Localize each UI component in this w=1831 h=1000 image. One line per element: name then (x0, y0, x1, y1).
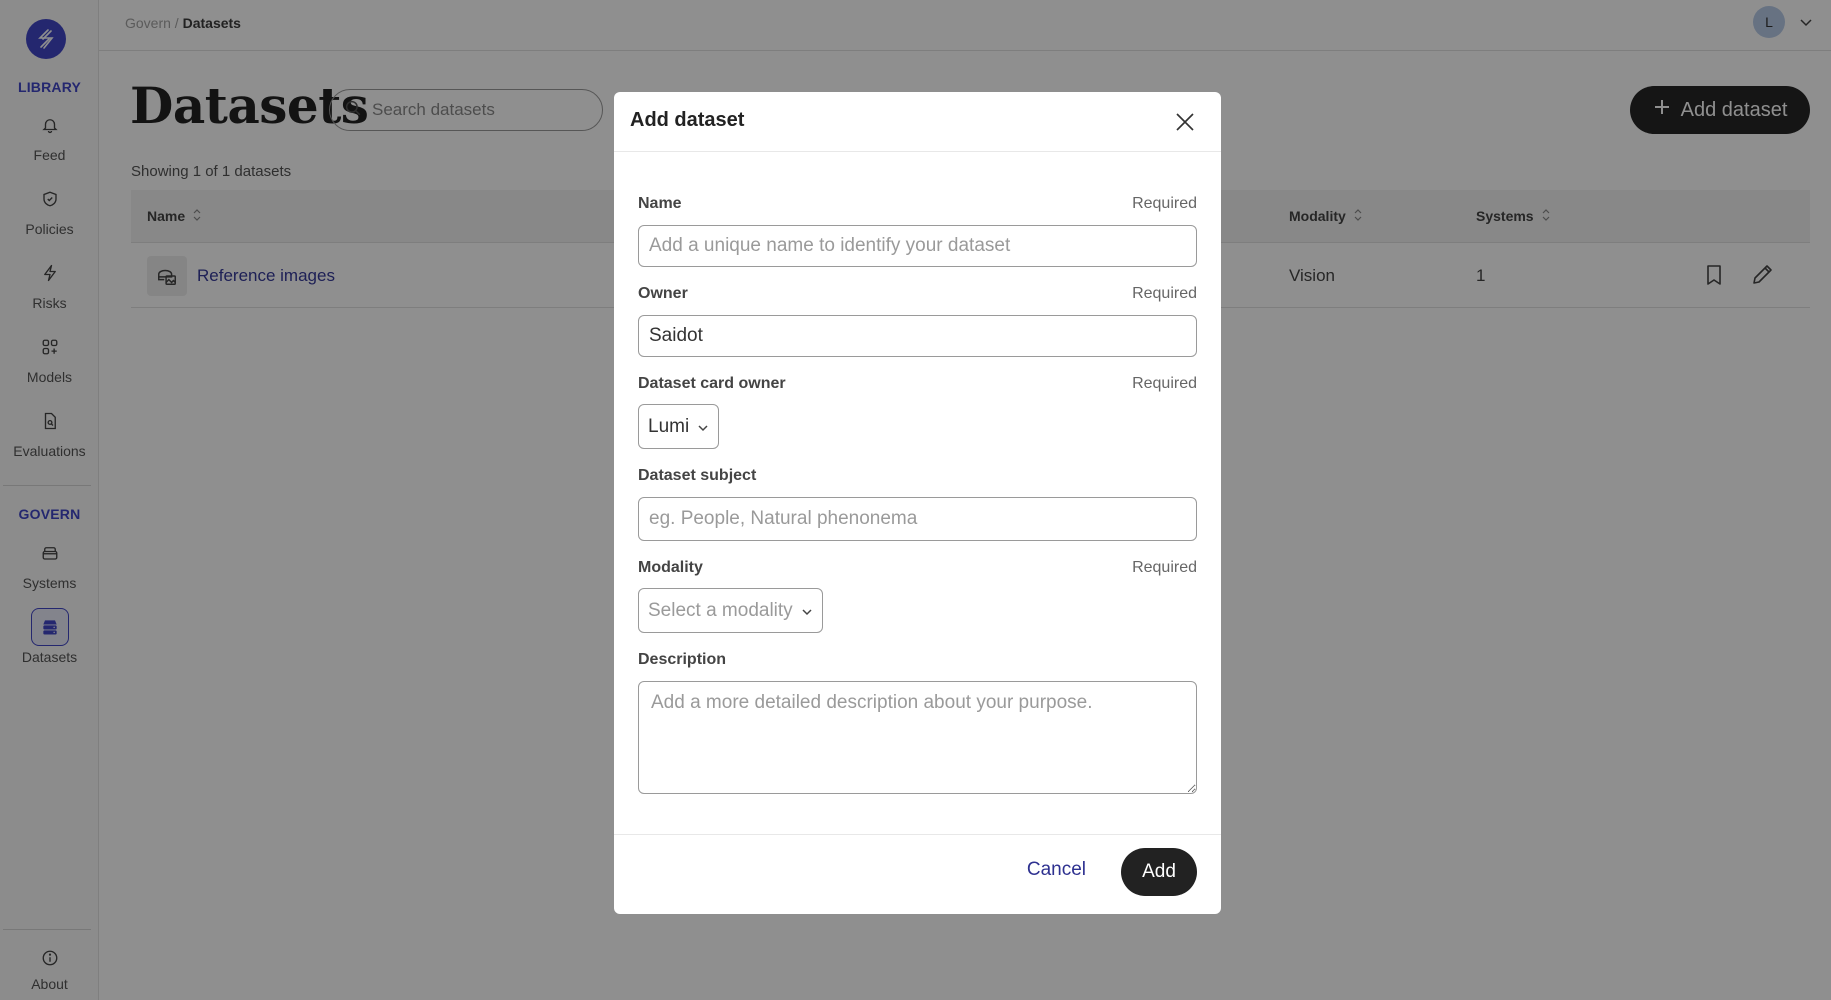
card-owner-value: Lumi (648, 415, 690, 437)
card-owner-label: Dataset card owner (638, 375, 786, 392)
subject-input[interactable] (638, 497, 1197, 541)
modality-label: Modality (638, 559, 703, 576)
description-label: Description (638, 651, 727, 668)
modal-header: Add dataset (614, 92, 1221, 152)
owner-label: Owner (638, 285, 688, 302)
required-indicator: Required (1132, 285, 1197, 302)
description-textarea[interactable] (638, 681, 1197, 794)
chevron-down-icon (801, 600, 813, 622)
owner-input[interactable] (638, 315, 1197, 357)
card-owner-select[interactable]: Lumi (638, 404, 720, 449)
add-button[interactable]: Add (1121, 848, 1197, 896)
add-dataset-modal: Add dataset Name Required Owner Required… (614, 92, 1221, 914)
close-icon[interactable] (1175, 112, 1195, 137)
modal-footer: Cancel Add (614, 834, 1221, 914)
chevron-down-icon (697, 416, 709, 438)
modality-placeholder: Select a modality (648, 599, 793, 621)
name-label: Name (638, 195, 682, 212)
required-indicator: Required (1132, 559, 1197, 576)
name-input[interactable] (638, 225, 1197, 267)
modality-select[interactable]: Select a modality (638, 588, 823, 633)
modal-title: Add dataset (630, 109, 745, 131)
subject-label: Dataset subject (638, 467, 757, 484)
required-indicator: Required (1132, 195, 1197, 212)
cancel-button[interactable]: Cancel (1027, 859, 1086, 881)
required-indicator: Required (1132, 375, 1197, 392)
